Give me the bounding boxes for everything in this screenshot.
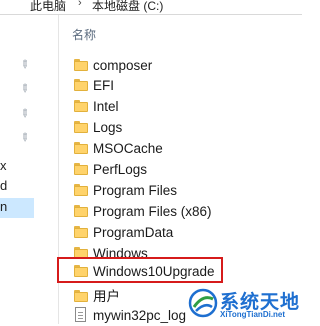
column-header-name[interactable]: 名称 [72, 26, 96, 43]
item-label: mywin32pc_log [93, 308, 187, 323]
folder-icon [74, 205, 88, 217]
file-icon [75, 307, 86, 322]
folder-icon [74, 121, 88, 133]
item-label: Logs [93, 120, 123, 135]
watermark-logo: 系统天地 XiTongTianDi.net [188, 286, 300, 322]
highlight-box [57, 257, 223, 283]
globe-icon [188, 288, 218, 318]
pin-icon: ✎ [16, 57, 32, 73]
nav-item-fragment[interactable]: d [0, 178, 7, 193]
list-item[interactable]: EFI [72, 75, 302, 96]
chevron-right-icon[interactable]: › [78, 0, 82, 9]
list-item[interactable]: Intel [72, 96, 302, 117]
item-label: 用户 [93, 289, 120, 304]
folder-icon [74, 142, 88, 154]
list-item[interactable]: ProgramData [72, 222, 302, 243]
pin-icon: ✎ [16, 106, 32, 122]
breadcrumb: 此电脑 › 本地磁盘 (C:) [0, 0, 302, 15]
folder-icon [74, 100, 88, 112]
list-item[interactable]: Logs [72, 117, 302, 138]
item-label: Program Files (x86) [93, 204, 212, 219]
item-label: Program Files [93, 183, 178, 198]
nav-item-fragment[interactable]: x [0, 158, 7, 173]
item-label: MSOCache [93, 141, 163, 156]
folder-icon [74, 226, 88, 238]
pin-icon: ✎ [16, 130, 32, 146]
list-item[interactable]: PerfLogs [72, 159, 302, 180]
breadcrumb-item-this-pc[interactable]: 此电脑 [30, 0, 66, 14]
pin-icon: ✎ [16, 81, 32, 97]
list-item[interactable]: MSOCache [72, 138, 302, 159]
folder-icon [74, 184, 88, 196]
item-label: EFI [93, 78, 115, 93]
item-label: PerfLogs [93, 162, 148, 177]
list-item[interactable]: composer [72, 55, 302, 76]
folder-icon [74, 59, 88, 71]
item-label: ProgramData [93, 225, 174, 240]
item-label: Intel [93, 99, 119, 114]
folder-icon [74, 79, 88, 91]
breadcrumb-item-local-disk[interactable]: 本地磁盘 (C:) [92, 0, 163, 14]
nav-item-fragment[interactable]: n [0, 199, 7, 214]
folder-icon [74, 163, 88, 175]
item-label: composer [93, 58, 153, 73]
list-item[interactable]: Program Files [72, 180, 302, 201]
folder-icon [74, 290, 88, 302]
watermark-url: XiTongTianDi.net [220, 310, 286, 319]
list-item[interactable]: Program Files (x86) [72, 201, 302, 222]
navigation-pane: ✎ ✎ ✎ ✎ x d n [0, 15, 34, 324]
